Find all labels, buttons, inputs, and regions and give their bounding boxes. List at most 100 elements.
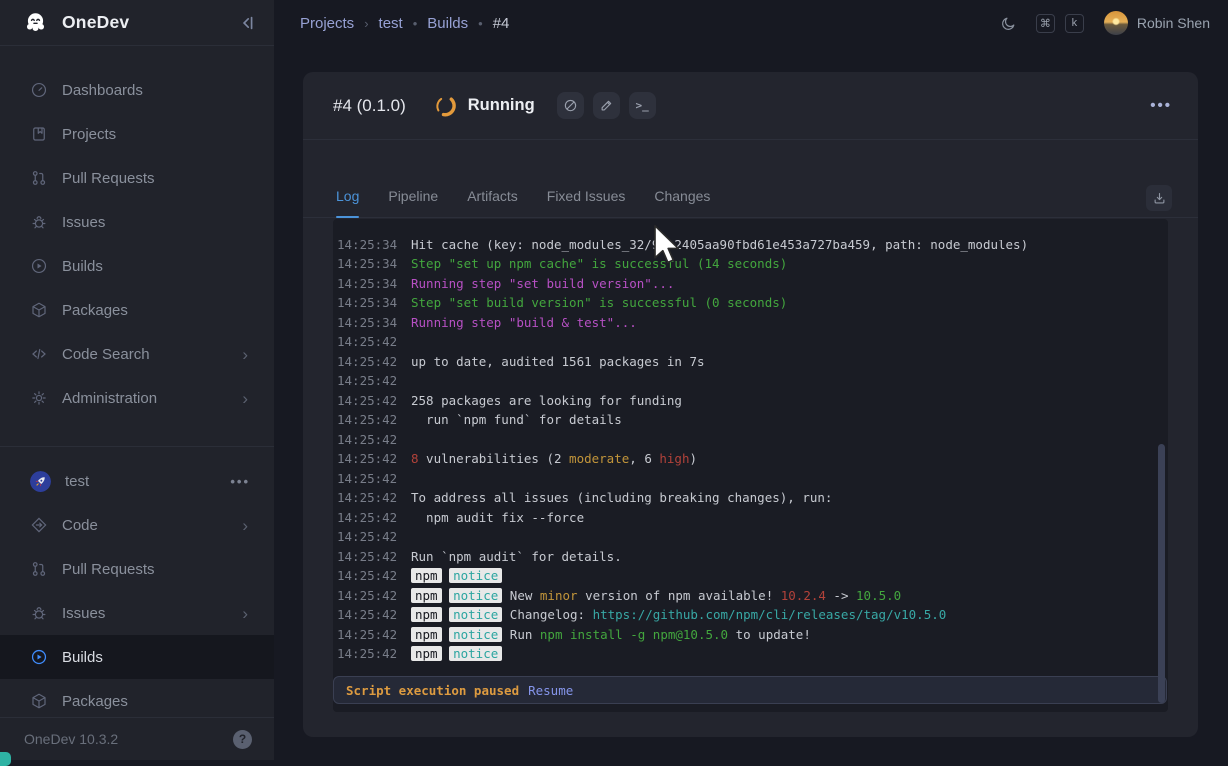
sidebar-item-label: Code Search	[62, 346, 150, 363]
log-scrollbar[interactable]	[1158, 444, 1165, 703]
log-line: 14:25:34Hit cache (key: node_modules_32/…	[337, 240, 1168, 254]
sidebar-item-project-pull-requests[interactable]: Pull Requests	[0, 547, 274, 591]
log-timestamp: 14:25:42	[337, 508, 397, 528]
log-line: 14:25:34Step "set up npm cache" is succe…	[337, 254, 1168, 274]
log-timestamp: 14:25:42	[337, 430, 397, 450]
terminal-icon: >_	[636, 99, 649, 112]
log-line: 14:25:42258 packages are looking for fun…	[337, 391, 1168, 411]
sidebar-item-label: Pull Requests	[62, 561, 155, 578]
gauge-icon	[30, 81, 48, 99]
play-circle-icon	[30, 257, 48, 275]
log-timestamp: 14:25:42	[337, 566, 397, 586]
terminal-button[interactable]: >_	[629, 92, 656, 119]
sidebar-item-label: Issues	[62, 214, 105, 231]
topbar: Projects › test • Builds • #4 ⌘ k Robin …	[274, 0, 1228, 46]
log-line: 14:25:428 vulnerabilities (2 moderate, 6…	[337, 449, 1168, 469]
dot-separator: •	[478, 16, 483, 31]
project-name: test	[65, 473, 89, 490]
sidebar-item-project-code[interactable]: Code ›	[0, 503, 274, 547]
brand-name: OneDev	[62, 12, 129, 33]
log-timestamp: 14:25:42	[337, 644, 397, 664]
log-timestamp: 14:25:42	[337, 332, 397, 352]
breadcrumb-project[interactable]: test	[379, 15, 403, 32]
build-header: #4 (0.1.0) Running >_ •••	[303, 72, 1198, 140]
sidebar-header: OneDev	[0, 0, 274, 46]
log-line: 14:25:42npm notice	[337, 644, 1168, 664]
log-line: 14:25:42	[337, 469, 1168, 489]
log-timestamp: 14:25:42	[337, 352, 397, 372]
build-status: Running	[468, 96, 535, 115]
gear-icon	[30, 389, 48, 407]
chevron-right-icon: ›	[242, 517, 248, 534]
log-timestamp: 14:25:42	[337, 371, 397, 391]
chat-widget[interactable]	[0, 752, 11, 766]
log-timestamp: 14:25:42	[337, 527, 397, 547]
sidebar-item-label: Projects	[62, 126, 116, 143]
bug-icon	[30, 213, 48, 231]
tab-changes[interactable]: Changes	[654, 188, 710, 217]
log-line: 14:25:42	[337, 430, 1168, 450]
pull-request-icon	[30, 169, 48, 187]
log-timestamp: 14:25:34	[337, 293, 397, 313]
breadcrumb-projects[interactable]: Projects	[300, 15, 354, 32]
sidebar-nav: Dashboards Projects Pull Requests Issues…	[0, 46, 274, 717]
log-line: 14:25:42	[337, 332, 1168, 352]
log-line: 14:25:42up to date, audited 1561 package…	[337, 352, 1168, 372]
user-menu[interactable]: Robin Shen	[1104, 11, 1210, 35]
tab-log[interactable]: Log	[336, 188, 359, 217]
cancel-build-button[interactable]	[557, 92, 584, 119]
paused-bar: Script execution paused Resume	[333, 676, 1167, 704]
log-timestamp: 14:25:42	[337, 469, 397, 489]
kbd-k: k	[1065, 14, 1084, 33]
sidebar-item-dashboards[interactable]: Dashboards	[0, 68, 274, 112]
sidebar-item-code-search[interactable]: Code Search ›	[0, 332, 274, 376]
edit-build-button[interactable]	[593, 92, 620, 119]
sidebar-item-administration[interactable]: Administration ›	[0, 376, 274, 420]
sidebar-item-project-packages[interactable]: Packages	[0, 679, 274, 717]
sidebar-footer: OneDev 10.3.2 ?	[0, 717, 274, 760]
log-line: 14:25:42Run `npm audit` for details.	[337, 547, 1168, 567]
sidebar-project-row[interactable]: test •••	[0, 459, 274, 503]
log-timestamp: 14:25:34	[337, 274, 397, 294]
sidebar-item-label: Administration	[62, 390, 157, 407]
sidebar-item-packages[interactable]: Packages	[0, 288, 274, 332]
download-log-button[interactable]	[1146, 185, 1172, 211]
log-timestamp: 14:25:34	[337, 240, 397, 254]
sidebar-item-label: Issues	[62, 605, 105, 622]
dark-mode-toggle[interactable]	[998, 12, 1020, 34]
user-name: Robin Shen	[1137, 15, 1210, 31]
project-menu-button[interactable]: •••	[230, 474, 250, 489]
tab-fixed-issues[interactable]: Fixed Issues	[547, 188, 626, 217]
log-line: 14:25:34Running step "build & test"...	[337, 313, 1168, 333]
tab-bar: Log Pipeline Artifacts Fixed Issues Chan…	[303, 140, 1198, 218]
package-icon	[30, 692, 48, 710]
log-line: 14:25:42 npm audit fix --force	[337, 508, 1168, 528]
play-circle-icon	[30, 648, 48, 666]
sidebar-collapse-button[interactable]	[236, 12, 258, 34]
log-line: 14:25:34Step "set build version" is succ…	[337, 293, 1168, 313]
sidebar-item-pull-requests[interactable]: Pull Requests	[0, 156, 274, 200]
sidebar-item-project-builds[interactable]: Builds	[0, 635, 274, 679]
resume-link[interactable]: Resume	[528, 683, 573, 698]
sidebar-item-issues[interactable]: Issues	[0, 200, 274, 244]
log-line: 14:25:42	[337, 527, 1168, 547]
log-viewport: 14:25:34Hit cache (key: node_modules_32/…	[333, 240, 1168, 675]
log-line: 14:25:42npm notice New minor version of …	[337, 586, 1168, 606]
sidebar-item-label: Code	[62, 517, 98, 534]
sidebar-item-projects[interactable]: Projects	[0, 112, 274, 156]
sidebar-item-label: Builds	[62, 649, 103, 666]
breadcrumb-builds[interactable]: Builds	[427, 15, 468, 32]
log-line: 14:25:42npm notice	[337, 566, 1168, 586]
bug-icon	[30, 604, 48, 622]
sidebar-item-builds[interactable]: Builds	[0, 244, 274, 288]
kbd-cmd: ⌘	[1036, 14, 1055, 33]
brand: OneDev	[22, 9, 236, 36]
breadcrumb: Projects › test • Builds • #4	[300, 15, 998, 32]
help-icon[interactable]: ?	[233, 730, 252, 749]
download-icon	[1152, 191, 1167, 206]
avatar	[1104, 11, 1128, 35]
build-title: #4 (0.1.0)	[333, 96, 406, 116]
tab-pipeline[interactable]: Pipeline	[388, 188, 438, 217]
tab-artifacts[interactable]: Artifacts	[467, 188, 518, 217]
sidebar-item-project-issues[interactable]: Issues ›	[0, 591, 274, 635]
